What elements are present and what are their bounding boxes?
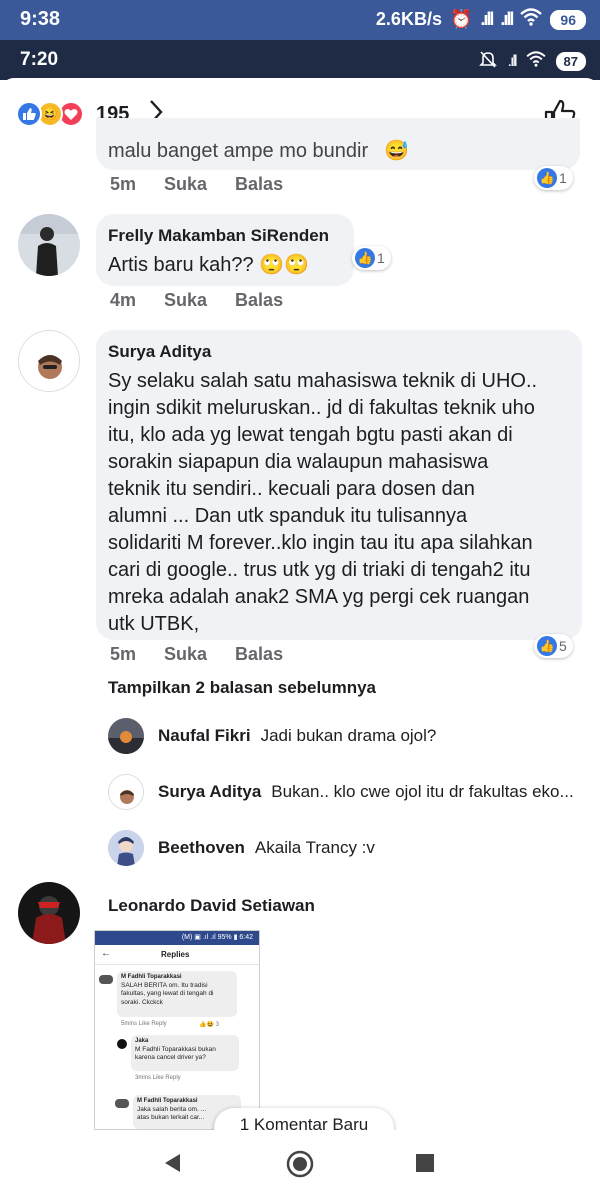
avatar[interactable]	[108, 830, 144, 866]
embedded-comment: M Fadhli Toparakkasi SALAH BERITA om. It…	[117, 971, 237, 1017]
embedded-status-bar: (M) ▣ .ıl .ıl 95% ▮ 6:42	[95, 931, 259, 945]
reply-text: Jadi bukan drama ojol?	[260, 726, 437, 745]
back-arrow-icon: ←	[101, 948, 111, 959]
avatar	[117, 1039, 127, 1049]
commenter-name[interactable]: Surya Aditya	[108, 342, 211, 362]
comment-text: Artis baru kah?? 🙄🙄	[108, 254, 309, 276]
avatar[interactable]	[18, 330, 80, 392]
comment-actions: 4m Suka Balas	[110, 290, 283, 311]
emoji: 😅	[384, 140, 409, 162]
comment-bubble[interactable]: Surya Aditya Sy selaku salah satu mahasi…	[96, 330, 582, 640]
embedded-title: Replies	[161, 950, 190, 959]
reply-link[interactable]: Balas	[235, 644, 283, 665]
reply-text: Bukan.. klo cwe ojol itu dr fakultas eko…	[271, 782, 574, 801]
comment-text: Sy selaku salah satu mahasiswa teknik di…	[108, 370, 538, 635]
comment-time: 5m	[110, 644, 137, 664]
avatar[interactable]	[108, 774, 144, 810]
network-speed: 2.6KB/s	[375, 9, 442, 29]
reply-author[interactable]: Naufal Fikri	[158, 726, 251, 746]
reaction-icons: 👍😆	[199, 1022, 216, 1028]
avatar[interactable]	[18, 214, 80, 276]
comment-like-count[interactable]: 👍 5	[534, 634, 573, 658]
like-link[interactable]: Suka	[164, 644, 207, 665]
reply-item[interactable]: Beethoven Akaila Trancy :v	[158, 838, 375, 858]
comment-actions: 5m Suka Balas	[110, 644, 283, 665]
signal-icon: .ıll	[500, 9, 514, 29]
comments-sheet: 😆 195 malu banget ampe mo bundir 😅 5m Su…	[0, 78, 600, 1130]
like-icon	[16, 101, 42, 127]
reply-text: Akaila Trancy :v	[254, 838, 375, 857]
wifi-icon	[520, 8, 543, 31]
embedded-comment: Jaka M Fadhli Toparakkasi bukan karena c…	[131, 1035, 239, 1071]
inner-status-bar: 7:20 .ıll 87	[0, 40, 600, 80]
wifi-icon	[525, 51, 546, 72]
like-icon: 👍	[355, 248, 375, 268]
avatar[interactable]	[108, 718, 144, 754]
comment-like-count[interactable]: 👍 1	[352, 246, 391, 270]
signal-icon: .ıll	[480, 9, 494, 29]
reply-item[interactable]: Naufal Fikri Jadi bukan drama ojol?	[158, 726, 436, 746]
avatar[interactable]	[18, 882, 80, 944]
show-previous-replies-link[interactable]: Tampilkan 2 balasan sebelumnya	[108, 678, 376, 698]
system-nav-bar	[0, 1130, 600, 1200]
reply-author[interactable]: Beethoven	[158, 838, 245, 858]
reply-link[interactable]: Balas	[235, 290, 283, 311]
comment-text: malu banget ampe mo bundir	[108, 140, 369, 162]
like-icon: 👍	[537, 168, 557, 188]
recents-icon[interactable]	[416, 1154, 434, 1177]
home-icon[interactable]	[286, 1150, 314, 1183]
inner-status-time: 7:20	[20, 49, 59, 70]
commenter-name[interactable]: Leonardo David Setiawan	[108, 896, 315, 916]
system-status-bar: 9:38 2.6KB/s ⏰ .ıll .ıll 96	[0, 0, 600, 40]
reply-link[interactable]: Balas	[235, 174, 283, 195]
like-link[interactable]: Suka	[164, 174, 207, 195]
like-link[interactable]: Suka	[164, 290, 207, 311]
comment-bubble[interactable]: Frelly Makamban SiRenden Artis baru kah?…	[96, 214, 354, 286]
avatar	[99, 975, 113, 984]
signal-icon: .ıll	[507, 52, 518, 70]
mute-icon	[478, 49, 498, 74]
commenter-name[interactable]: Frelly Makamban SiRenden	[108, 226, 329, 246]
comment-bubble[interactable]: malu banget ampe mo bundir 😅	[96, 118, 580, 170]
reply-item[interactable]: Surya Aditya Bukan.. klo cwe ojol itu dr…	[158, 782, 574, 802]
status-time: 9:38	[20, 8, 61, 30]
comment-image[interactable]: (M) ▣ .ıl .ıl 95% ▮ 6:42 ← Replies M Fad…	[94, 930, 260, 1130]
comment-actions: 5m Suka Balas	[110, 174, 283, 195]
new-comment-pill[interactable]: 1 Komentar Baru	[214, 1108, 394, 1130]
battery-icon: 87	[555, 52, 586, 71]
comment-like-count[interactable]: 👍 1	[534, 166, 573, 190]
battery-icon: 96	[550, 9, 586, 30]
comment-time: 4m	[110, 290, 137, 310]
avatar	[115, 1099, 129, 1108]
comment-time: 5m	[110, 174, 137, 194]
reply-author[interactable]: Surya Aditya	[158, 782, 261, 802]
alarm-icon: ⏰	[449, 9, 473, 29]
back-icon[interactable]	[162, 1152, 184, 1179]
like-icon: 👍	[537, 636, 557, 656]
